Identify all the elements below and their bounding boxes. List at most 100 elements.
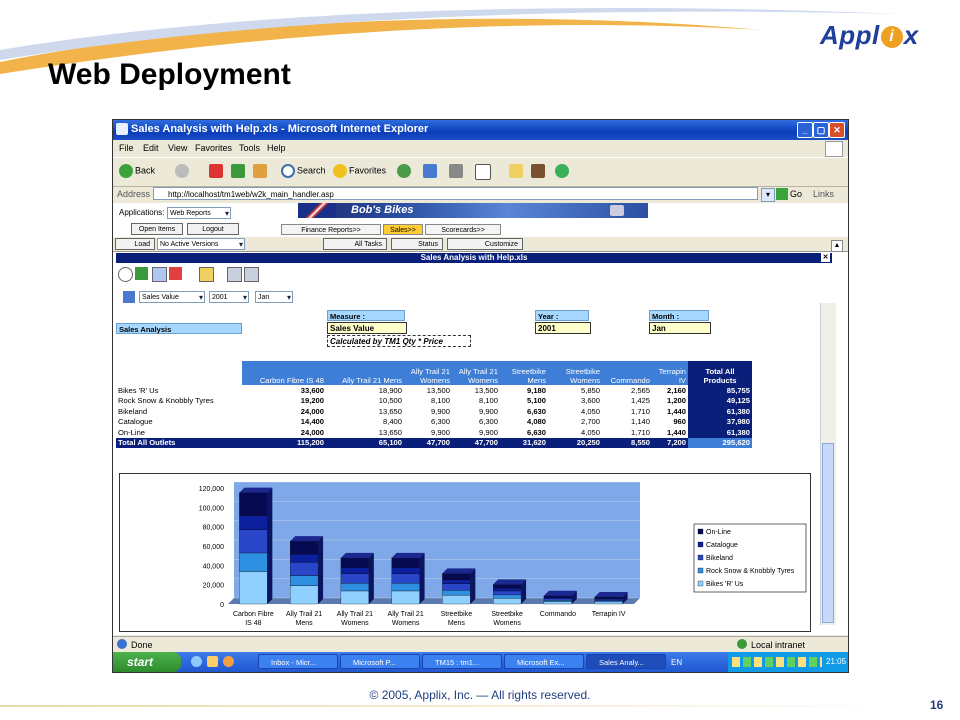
table-cell[interactable]: 9,900 [404,427,452,438]
scroll-thumb[interactable] [822,443,834,623]
table-cell[interactable]: 2,700 [548,417,602,428]
year-value[interactable]: 2001 [535,322,591,334]
table-cell[interactable]: 19,200 [242,396,326,407]
table-cell[interactable]: 6,300 [404,417,452,428]
table-cell[interactable]: 2,160 [652,385,688,396]
messenger-button[interactable] [555,164,571,178]
versions-select[interactable]: No Active Versions [157,238,245,251]
table-cell[interactable]: 6,630 [500,406,548,417]
total-cell[interactable]: 8,550 [602,437,652,448]
stop-button[interactable] [209,164,225,178]
menu-tools[interactable]: Tools [239,143,260,153]
table-cell[interactable]: 14,400 [242,417,326,428]
start-button[interactable]: start [113,652,181,672]
search-button[interactable]: Search [281,164,326,178]
table-cell[interactable]: 13,650 [326,406,404,417]
row-total-cell[interactable]: 61,380 [688,406,752,417]
table-cell[interactable]: 6,300 [452,417,500,428]
total-cell[interactable]: 47,700 [452,437,500,448]
go-arrow-icon[interactable] [776,188,788,200]
table-cell[interactable]: 4,050 [548,406,602,417]
research-button[interactable] [531,164,547,178]
logout-button[interactable]: Logout [187,223,239,235]
menu-view[interactable]: View [168,143,187,153]
tab-finance-reports[interactable]: Finance Reports>> [281,224,381,235]
table-cell[interactable]: 5,850 [548,385,602,396]
table-cell[interactable]: 4,050 [548,427,602,438]
open-folder-icon[interactable] [199,267,214,282]
table-cell[interactable]: 1,710 [602,406,652,417]
refresh-button[interactable] [231,164,247,178]
tab-scorecards[interactable]: Scorecards>> [425,224,501,235]
table-cell[interactable]: 4,080 [500,417,548,428]
table-cell[interactable]: 9,900 [404,406,452,417]
minimize-button[interactable]: _ [797,122,813,138]
history-button[interactable] [397,164,413,178]
table-cell[interactable]: 9,900 [452,427,500,438]
scroll-up-icon[interactable]: ▲ [831,240,843,252]
customize-button[interactable]: Customize [447,238,523,250]
load-button[interactable]: Load [115,238,155,250]
table-cell[interactable]: 1,440 [652,406,688,417]
tray-icons[interactable] [732,657,822,667]
ie-quicklaunch-icon[interactable] [191,656,202,667]
sheet-close-icon[interactable]: ✕ [821,253,830,262]
table-cell[interactable]: 24,000 [242,427,326,438]
favorites-button[interactable]: Favorites [333,164,386,178]
tab-sales[interactable]: Sales>> [383,224,423,235]
folder-button[interactable] [509,164,525,178]
edit-button[interactable] [475,164,493,180]
table-cell[interactable]: 1,425 [602,396,652,407]
table-cell[interactable]: 1,710 [602,427,652,438]
all-tasks-button[interactable]: All Tasks [323,238,387,250]
table-cell[interactable]: 1,140 [602,417,652,428]
back-button[interactable]: Back [119,164,155,178]
vertical-scrollbar[interactable] [820,303,836,625]
calculator-icon[interactable] [227,267,242,282]
print-button[interactable] [449,164,465,178]
month-value[interactable]: Jan [649,322,711,334]
table-cell[interactable]: 18,900 [326,385,404,396]
desktop-quicklaunch-icon[interactable] [207,656,218,667]
table-cell[interactable]: 13,500 [452,385,500,396]
menu-favorites[interactable]: Favorites [195,143,232,153]
table-cell[interactable]: 5,100 [500,396,548,407]
total-cell[interactable]: 47,700 [404,437,452,448]
total-cell[interactable]: 31,620 [500,437,548,448]
task-powerpoint[interactable]: Microsoft P... [340,654,420,669]
total-cell[interactable]: 115,200 [242,437,326,448]
table-cell[interactable]: 9,900 [452,406,500,417]
table-cell[interactable]: 33,600 [242,385,326,396]
row-total-cell[interactable]: 49,125 [688,395,752,406]
address-input[interactable]: http://localhost/tm1web/w2k_main_handler… [153,187,758,200]
outlook-quicklaunch-icon[interactable] [223,656,234,667]
applications-select[interactable]: Web Reports [167,207,231,220]
table-cell[interactable]: 2,565 [602,385,652,396]
measure-select[interactable]: Sales Value [139,291,205,304]
table-cell[interactable]: 8,100 [452,396,500,407]
grand-total-cell[interactable]: 295,620 [688,437,752,448]
table-cell[interactable]: 960 [652,417,688,428]
menu-help[interactable]: Help [267,143,286,153]
pdf-icon[interactable] [169,267,182,280]
links-label[interactable]: Links [813,189,834,199]
maximize-button[interactable]: ▢ [813,122,829,138]
excel-icon[interactable] [135,267,148,280]
total-cell[interactable]: 7,200 [652,437,688,448]
mail-button[interactable] [423,164,439,178]
recalc-icon[interactable] [118,267,133,282]
address-dropdown-icon[interactable]: ▾ [761,188,775,202]
measure-value[interactable]: Sales Value [327,322,407,334]
table-cell[interactable]: 13,500 [404,385,452,396]
table-cell[interactable]: 6,630 [500,427,548,438]
task-inbox[interactable]: Inbox - Micr... [258,654,338,669]
open-items-button[interactable]: Open Items [131,223,183,235]
total-cell[interactable]: 20,250 [548,437,602,448]
table-cell[interactable]: 1,200 [652,396,688,407]
month-select[interactable]: Jan [255,291,293,304]
row-total-cell[interactable]: 61,380 [688,427,752,438]
table-cell[interactable]: 1,440 [652,427,688,438]
task-tm1[interactable]: TM15 : tm1... [422,654,502,669]
task-sales-analysis[interactable]: Sales Analy... [586,654,666,669]
status-button[interactable]: Status [391,238,443,250]
